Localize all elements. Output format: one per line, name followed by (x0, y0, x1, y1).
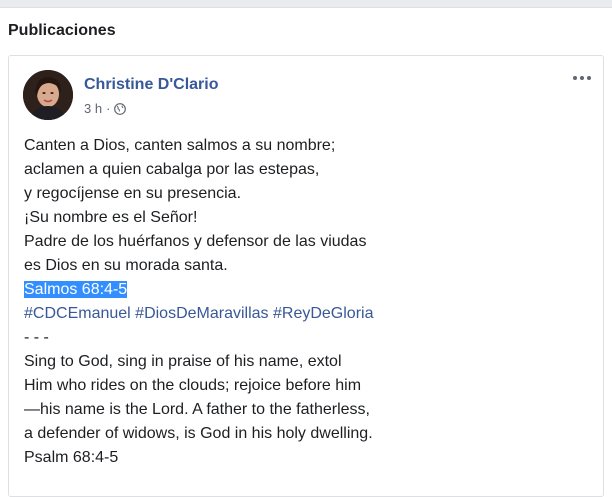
globe-icon[interactable] (114, 102, 127, 115)
more-options-icon[interactable] (573, 72, 591, 84)
dot (580, 76, 584, 80)
divider-text: - - - (24, 329, 49, 346)
top-bar (0, 0, 612, 8)
section-title: Publicaciones (8, 22, 116, 39)
meta-separator: · (106, 101, 111, 116)
post-text-line: —his name is the Lord. A father to the f… (24, 401, 370, 418)
post-text-line: aclamen a quien cabalga por las estepas, (24, 161, 320, 178)
post-text-line: a defender of widows, is God in his holy… (24, 425, 373, 442)
post-text-line: Sing to God, sing in praise of his name,… (24, 353, 342, 370)
hashtag-link[interactable]: #CDCEmanuel (24, 305, 131, 322)
hashtags-line: #CDCEmanuel #DiosDeMaravillas #ReyDeGlor… (24, 302, 584, 326)
post-card: Christine D'Clario 3 h · Canten a Dios, … (8, 55, 604, 497)
post-body: Canten a Dios, canten salmos a su nombre… (24, 134, 584, 470)
post-text-line: y regocíjense en su presencia. (24, 185, 242, 202)
post-text-line: Him who rides on the clouds; rejoice bef… (24, 377, 362, 394)
highlighted-reference[interactable]: Salmos 68:4-5 (24, 281, 128, 298)
dot (587, 76, 591, 80)
avatar-image (23, 70, 73, 120)
post-text-line: Padre de los huérfanos y defensor de las… (24, 233, 367, 250)
post-time[interactable]: 3 h (84, 101, 102, 116)
post-text-line: Psalm 68:4-5 (24, 449, 119, 466)
hashtag-link[interactable]: #ReyDeGloria (273, 305, 373, 322)
dot (573, 76, 577, 80)
post-author[interactable]: Christine D'Clario (84, 76, 219, 94)
hashtag-link[interactable]: #DiosDeMaravillas (135, 305, 268, 322)
reference-line: Salmos 68:4-5 (24, 278, 584, 302)
post-text-line: es Dios en su morada santa. (24, 257, 228, 274)
avatar[interactable] (23, 70, 73, 120)
post-meta: 3 h · (84, 101, 127, 116)
post-text-line: Canten a Dios, canten salmos a su nombre… (24, 137, 336, 154)
post-text-line: ¡Su nombre es el Señor! (24, 209, 198, 226)
